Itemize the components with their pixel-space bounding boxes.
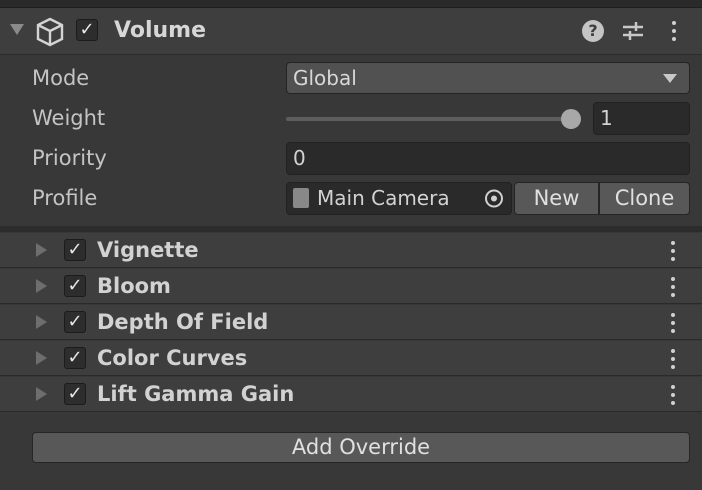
priority-field[interactable]: 0	[286, 142, 690, 175]
override-name: Depth Of Field	[97, 310, 269, 334]
override-name: Vignette	[97, 238, 199, 262]
mode-dropdown[interactable]: Global	[286, 62, 690, 94]
new-profile-button[interactable]: New	[514, 182, 599, 215]
mode-value: Global	[293, 66, 357, 90]
expand-arrow-icon[interactable]	[36, 351, 47, 365]
foldout-arrow-icon[interactable]	[10, 24, 24, 35]
expand-arrow-icon[interactable]	[36, 387, 47, 401]
component-title: Volume	[114, 18, 206, 43]
override-menu-icon[interactable]	[662, 275, 684, 299]
expand-arrow-icon[interactable]	[36, 243, 47, 257]
component-menu-icon[interactable]	[663, 19, 685, 43]
expand-arrow-icon[interactable]	[36, 315, 47, 329]
add-override-button[interactable]: Add Override	[32, 432, 690, 463]
priority-label: Priority	[32, 146, 107, 170]
top-separator	[0, 0, 702, 8]
weight-slider-track[interactable]	[286, 117, 572, 121]
override-enabled-checkbox[interactable]: ✓	[64, 275, 86, 297]
profile-object-field[interactable]: Main Camera	[286, 182, 512, 215]
override-row[interactable]: ✓ Depth Of Field	[0, 305, 702, 340]
component-enabled-checkbox[interactable]: ✓	[76, 19, 98, 41]
preset-sliders-icon[interactable]	[620, 19, 646, 43]
override-menu-icon[interactable]	[662, 239, 684, 263]
help-icon[interactable]: ?	[582, 20, 604, 42]
override-row[interactable]: ✓ Vignette	[0, 233, 702, 268]
overrides-separator	[0, 226, 702, 232]
override-row[interactable]: ✓ Lift Gamma Gain	[0, 377, 702, 412]
override-name: Bloom	[97, 274, 171, 298]
profile-value: Main Camera	[317, 186, 450, 210]
override-menu-icon[interactable]	[662, 311, 684, 335]
override-menu-icon[interactable]	[662, 347, 684, 371]
expand-arrow-icon[interactable]	[36, 279, 47, 293]
cube-icon	[36, 17, 64, 47]
mode-label: Mode	[32, 66, 90, 90]
component-header[interactable]: ✓ Volume ?	[0, 8, 702, 55]
override-row[interactable]: ✓ Color Curves	[0, 341, 702, 376]
override-name: Color Curves	[97, 346, 248, 370]
dropdown-arrow-icon	[663, 74, 677, 83]
override-enabled-checkbox[interactable]: ✓	[64, 239, 86, 261]
weight-label: Weight	[32, 106, 106, 130]
override-enabled-checkbox[interactable]: ✓	[64, 347, 86, 369]
volume-profile-icon	[293, 188, 309, 208]
override-menu-icon[interactable]	[662, 383, 684, 407]
weight-field[interactable]: 1	[593, 102, 690, 135]
clone-profile-button[interactable]: Clone	[599, 182, 690, 215]
override-row[interactable]: ✓ Bloom	[0, 269, 702, 304]
override-enabled-checkbox[interactable]: ✓	[64, 311, 86, 333]
profile-label: Profile	[32, 186, 98, 210]
object-picker-icon[interactable]	[480, 183, 510, 214]
override-enabled-checkbox[interactable]: ✓	[64, 383, 86, 405]
override-name: Lift Gamma Gain	[97, 382, 295, 406]
weight-slider-thumb[interactable]	[561, 109, 581, 129]
